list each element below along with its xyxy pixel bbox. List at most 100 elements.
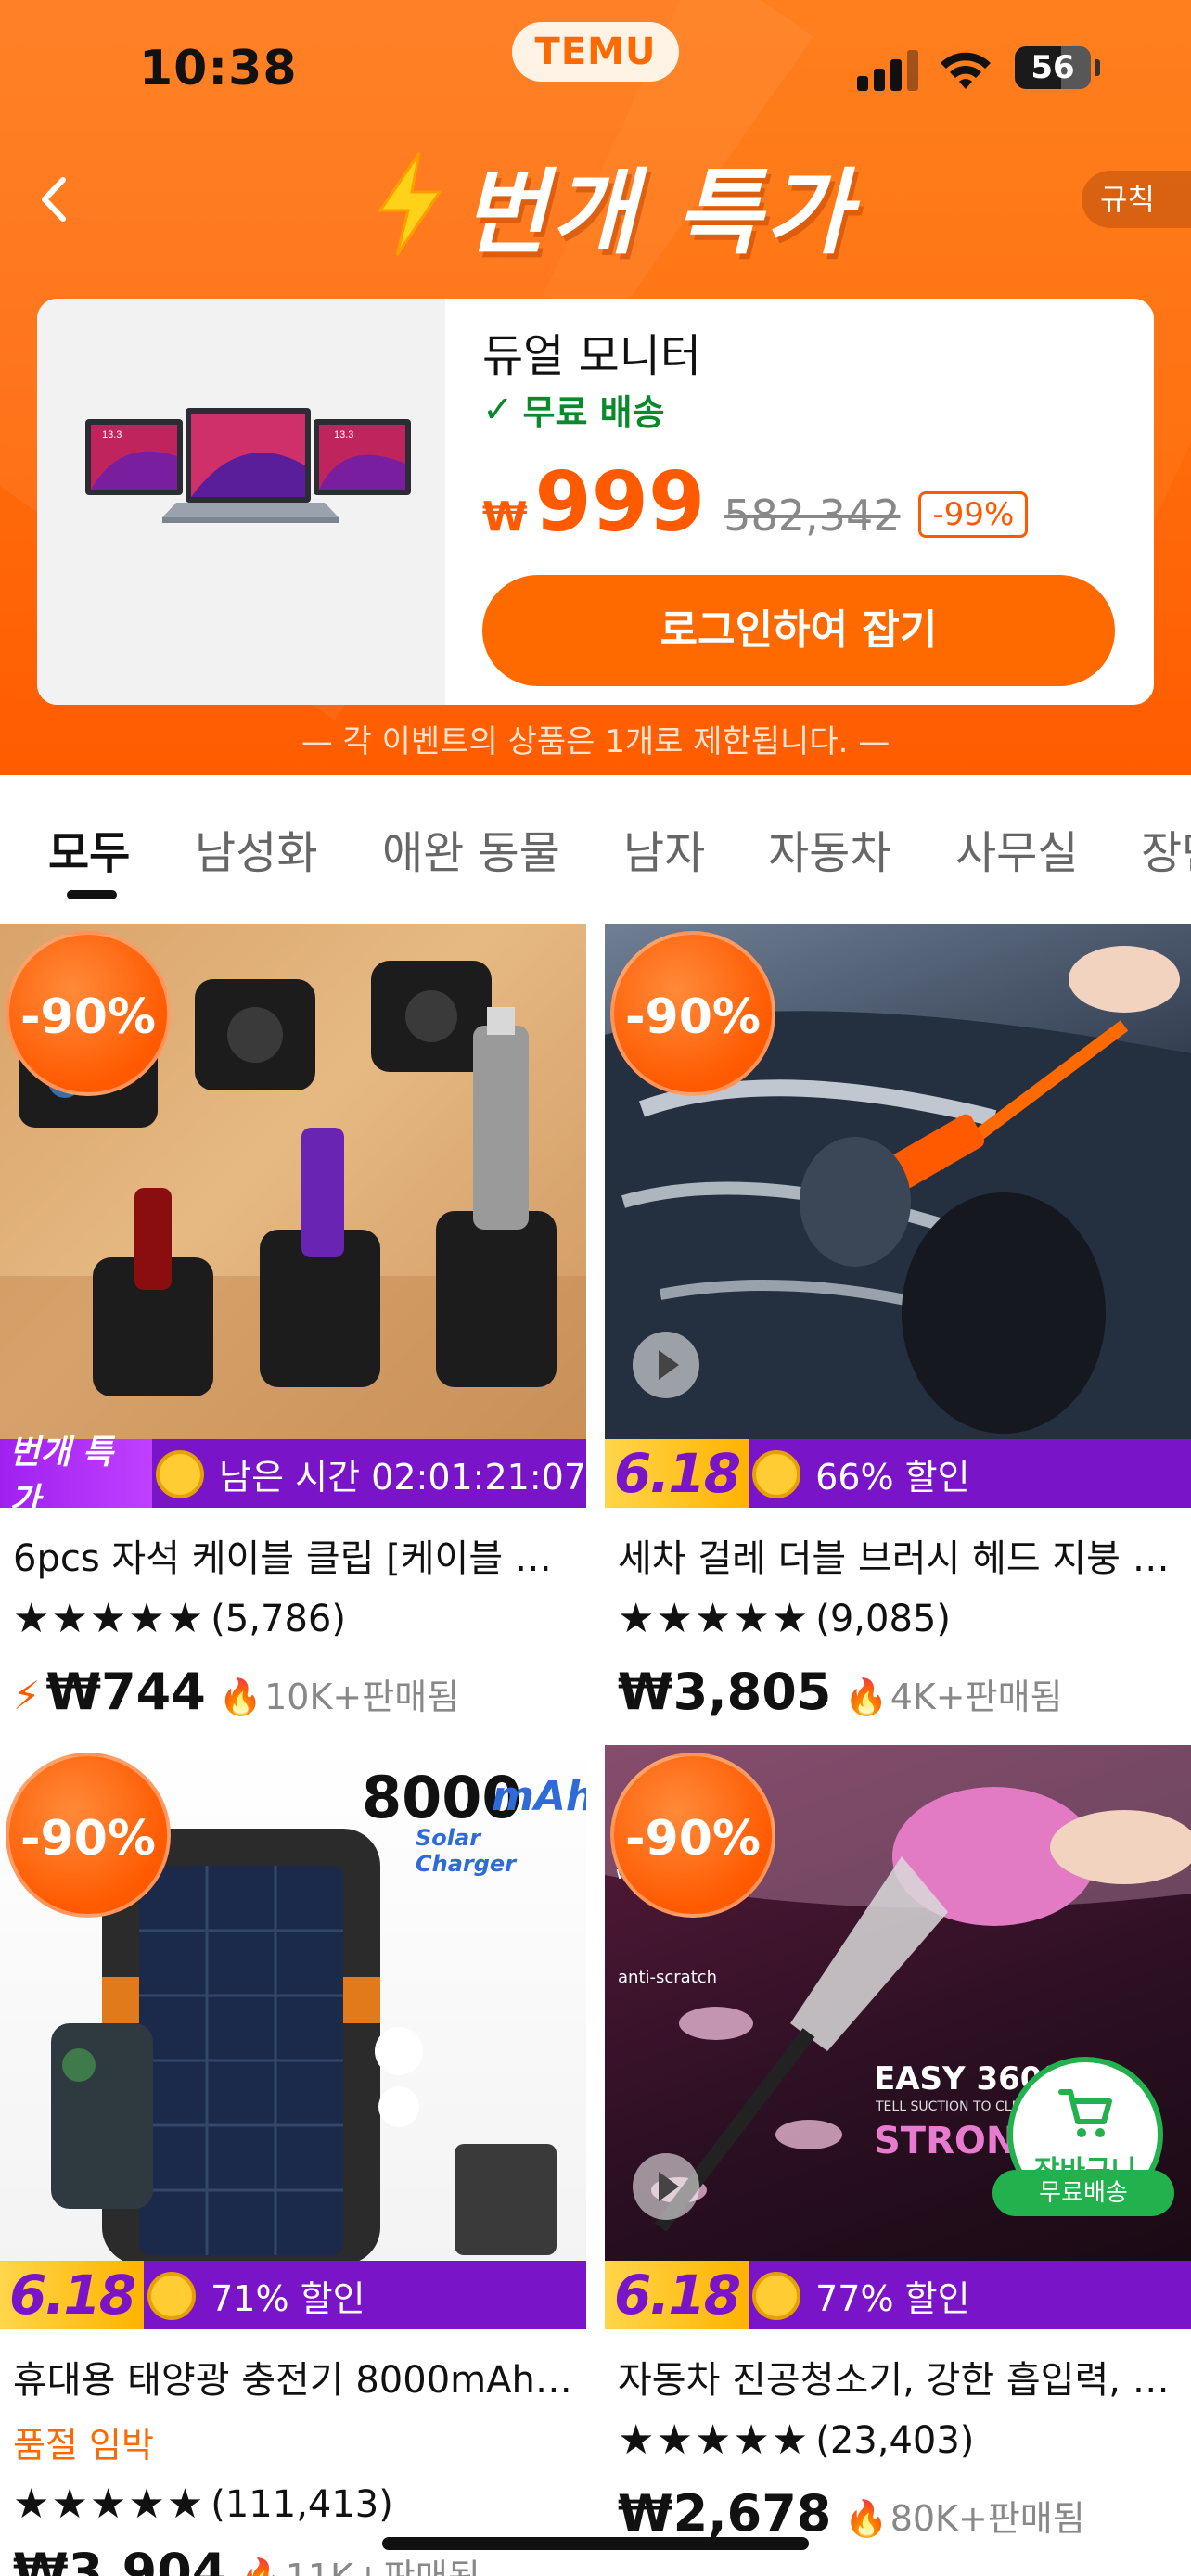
sold-count: 10K+판매됨 <box>264 1677 460 1717</box>
fire-icon: 🔥 <box>844 2498 889 2539</box>
product-title[interactable]: 세차 걸레 더블 브러시 헤드 지붕 창... <box>605 1528 1180 1582</box>
price-line: ⚡ ₩744 🔥 10K+판매됨 <box>0 1663 586 1721</box>
cart-free-shipping-badge: 무료배송 <box>992 2170 1174 2216</box>
solar-charger-label: Solar Charger <box>416 1825 517 1877</box>
sold-count: 11K+판매됨 <box>286 2548 480 2576</box>
coin-icon <box>749 2261 806 2329</box>
currency-symbol: ₩ <box>482 493 528 541</box>
tab-more[interactable]: 장만 <box>1141 816 1191 881</box>
countdown-text: 남은 시간 02:01:21:07 <box>219 1456 586 1498</box>
fire-icon: 🔥 <box>218 1677 263 1717</box>
product-title[interactable]: 자동차 진공청소기, 강한 흡입력, 강... <box>605 2350 1180 2404</box>
tab-pets[interactable]: 애완 동물 <box>382 816 560 881</box>
back-arrow-icon[interactable] <box>28 167 83 232</box>
tab-all[interactable]: 모두 <box>48 816 130 881</box>
tab-automotive[interactable]: 자동차 <box>768 816 890 881</box>
page-title: 번개 특가 <box>462 158 854 267</box>
sold-count: 80K+판매됨 <box>890 2498 1085 2539</box>
battery-cap <box>1095 59 1100 76</box>
active-tab-indicator <box>67 890 117 899</box>
featured-deal-card[interactable]: 13.3 13.3 듀얼 모니터 ✓ 무료 배송 ₩ 999 582,342 -… <box>37 299 1154 705</box>
lightning-icon: ⚡ <box>13 1673 41 1718</box>
product-title[interactable]: 휴대용 태양광 충전기 8000mAh ... <box>0 2350 575 2404</box>
tab-men[interactable]: 남자 <box>623 816 705 881</box>
sale-618-tag: 6.18 <box>0 2261 145 2329</box>
rating-row: ★★★★★ (23,403) <box>605 2417 1191 2464</box>
product-card[interactable]: -90% 번개 특가 남은 시간 02:01:21:07 6pcs 자석 케이블… <box>0 924 586 1721</box>
product-image[interactable]: 8000 mAh Solar Charger -90% <box>0 1745 586 2261</box>
flash-sale-banner: 번개 특가 남은 시간 02:01:21:07 <box>0 1434 586 1520</box>
discount-text: 71% 할인 <box>211 2277 365 2319</box>
star-rating-icon: ★★★★★ <box>618 1595 811 1642</box>
review-count: (5,786) <box>211 1597 346 1640</box>
deal-price: 999 <box>534 454 706 550</box>
coin-icon <box>749 1439 806 1508</box>
deal-price-row: ₩ 999 582,342 -99% <box>482 454 1029 550</box>
wifi-icon <box>941 52 991 89</box>
capacity-unit: mAh <box>492 1773 586 1820</box>
product-image[interactable]: -90% <box>0 924 586 1439</box>
cellular-signal-icon <box>857 48 922 91</box>
status-time: 10:38 <box>139 41 298 96</box>
price-line: ₩2,678 🔥 80K+판매됨 <box>605 2484 1191 2543</box>
product-card[interactable]: -90% 6.18 66% 할인 세차 걸레 더블 브러시 헤드 지붕 창...… <box>605 924 1191 1721</box>
review-count: (111,413) <box>211 2482 393 2526</box>
video-play-icon[interactable] <box>633 1332 699 1398</box>
rating-row: ★★★★★ (111,413) <box>0 2480 586 2528</box>
page-title-row: 번개 특가 <box>371 144 854 267</box>
discount-circle-badge: -90% <box>6 1753 171 1918</box>
product-price: ₩3,805 <box>618 1663 832 1721</box>
home-indicator <box>382 2537 809 2550</box>
discount-text: 77% 할인 <box>815 2277 970 2319</box>
sale-banner: 6.18 77% 할인 <box>605 2261 1191 2329</box>
app-screen: 10:38 TEMU 56 번개 특가 규칙 13.3 13.3 듀얼 모니터 … <box>0 0 1191 2576</box>
original-price: 582,342 <box>724 491 901 541</box>
tab-mens-shoes[interactable]: 남성화 <box>195 816 317 881</box>
cart-icon <box>1058 2089 1112 2137</box>
discount-text: 66% 할인 <box>815 1456 970 1498</box>
free-shipping-label: ✓ 무료 배송 <box>482 384 665 435</box>
svg-text:13.3: 13.3 <box>102 429 122 440</box>
star-rating-icon: ★★★★★ <box>618 2417 811 2464</box>
rating-row: ★★★★★ (5,786) <box>0 1595 586 1642</box>
product-image[interactable]: -90% <box>605 924 1191 1439</box>
temu-logo: TEMU <box>512 22 679 82</box>
svg-text:13.3: 13.3 <box>334 429 353 440</box>
review-count: (9,085) <box>815 1597 951 1640</box>
coin-icon <box>144 2261 201 2329</box>
product-price: ₩744 <box>45 1663 206 1721</box>
limit-note: — 각 이벤트의 상품은 1개로 제한됩니다. — <box>301 723 890 760</box>
fire-icon: 🔥 <box>239 2557 283 2576</box>
fire-icon: 🔥 <box>844 1677 889 1717</box>
review-count: (23,403) <box>815 2418 975 2462</box>
sale-banner: 6.18 66% 할인 <box>605 1439 1191 1508</box>
status-bar: 10:38 TEMU 56 <box>0 0 1191 139</box>
price-line: ₩3,805 🔥 4K+판매됨 <box>605 1663 1191 1721</box>
login-to-grab-button[interactable]: 로그인하여 잡기 <box>482 575 1115 686</box>
sale-618-tag: 6.18 <box>605 2261 749 2329</box>
product-card[interactable]: 8000 mAh Solar Charger -90% 6.18 71% 할인 … <box>0 1745 586 2576</box>
product-price: ₩2,678 <box>618 2484 832 2543</box>
rules-button[interactable]: 규칙 <box>1082 171 1191 228</box>
monitor-product-image[interactable]: 13.3 13.3 <box>37 299 445 705</box>
discount-circle-badge: -90% <box>610 1753 775 1918</box>
battery-level: 56 <box>1031 49 1075 86</box>
product-title[interactable]: 6pcs 자석 케이블 클립 [케이블 스... <box>0 1528 575 1582</box>
discount-circle-badge: -90% <box>610 931 775 1096</box>
discount-badge: -99% <box>918 491 1029 538</box>
product-price: ₩3,904 <box>13 2543 227 2576</box>
lightning-icon <box>378 152 442 256</box>
deal-product-name: 듀얼 모니터 <box>482 330 702 382</box>
category-tabs: 모두 남성화 애완 동물 남자 자동차 사무실 장만 <box>0 775 1191 905</box>
discount-circle-badge: -90% <box>6 931 171 1096</box>
almost-sold-out-label: 품절 임박 <box>13 2425 154 2466</box>
tab-office[interactable]: 사무실 <box>955 816 1078 881</box>
checkmark-icon: ✓ <box>482 388 514 431</box>
battery-icon: 56 <box>1015 46 1091 89</box>
sale-banner: 6.18 71% 할인 <box>0 2261 586 2329</box>
sale-618-tag: 6.18 <box>605 1439 749 1508</box>
rating-row: ★★★★★ (9,085) <box>605 1595 1191 1642</box>
video-play-icon[interactable] <box>633 2153 699 2220</box>
star-rating-icon: ★★★★★ <box>13 2480 206 2528</box>
flash-sale-tag: 번개 특가 <box>0 1434 153 1520</box>
